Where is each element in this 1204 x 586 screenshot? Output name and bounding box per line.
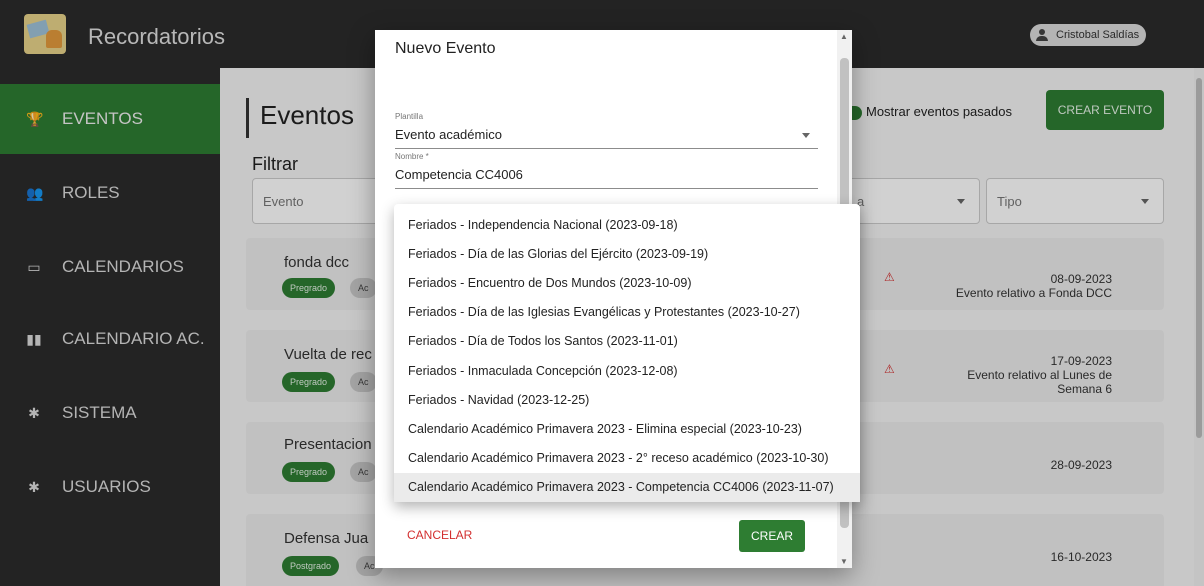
scroll-up-icon[interactable]: ▲ <box>840 32 848 41</box>
dropdown-option[interactable]: Feriados - Día de Todos los Santos (2023… <box>394 327 860 356</box>
template-value: Evento académico <box>395 127 502 142</box>
template-label: Plantilla <box>395 112 424 121</box>
dropdown-option[interactable]: Feriados - Inmaculada Concepción (2023-1… <box>394 356 860 385</box>
chevron-down-icon <box>802 133 810 138</box>
dialog-title: Nuevo Evento <box>395 40 496 57</box>
name-label: Nombre * <box>395 152 429 161</box>
dropdown-option[interactable]: Feriados - Navidad (2023-12-25) <box>394 385 860 414</box>
reference-event-dropdown: Feriados - Independencia Nacional (2023-… <box>394 204 860 502</box>
dropdown-option[interactable]: Feriados - Día de las Glorias del Ejérci… <box>394 239 860 268</box>
scroll-down-icon[interactable]: ▼ <box>840 557 848 566</box>
dropdown-option[interactable]: Calendario Académico Primavera 2023 - 2°… <box>394 444 860 473</box>
dropdown-option[interactable]: Feriados - Encuentro de Dos Mundos (2023… <box>394 268 860 297</box>
template-select[interactable]: Plantilla Evento académico <box>395 112 818 149</box>
create-button[interactable]: CREAR <box>739 520 805 552</box>
name-input[interactable]: Competencia CC4006 <box>395 167 818 188</box>
dropdown-option[interactable]: Feriados - Independencia Nacional (2023-… <box>394 210 860 239</box>
dropdown-option[interactable]: Calendario Académico Primavera 2023 - El… <box>394 414 860 443</box>
dropdown-option-selected[interactable]: Calendario Académico Primavera 2023 - Co… <box>394 472 860 502</box>
cancel-button[interactable]: CANCELAR <box>407 528 472 542</box>
dropdown-option[interactable]: Feriados - Día de las Iglesias Evangélic… <box>394 298 860 327</box>
name-field[interactable]: Nombre * Competencia CC4006 <box>395 152 818 189</box>
